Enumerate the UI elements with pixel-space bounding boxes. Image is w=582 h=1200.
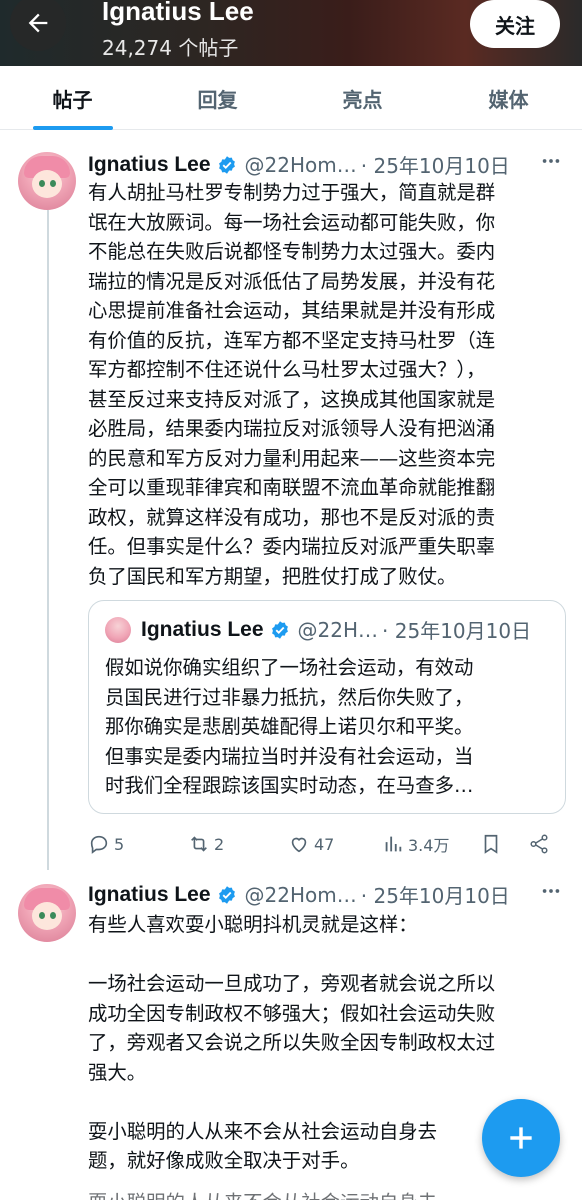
tweet-author-row: Ignatius Lee @22Hom… · 25年10月10日	[88, 150, 510, 179]
tweet-author-row: Ignatius Lee @22Hom… · 25年10月10日	[88, 880, 510, 909]
quoted-author-handle: @22H…	[297, 617, 379, 642]
profile-name: Ignatius Lee	[102, 0, 254, 26]
next-line-peek: 耍小聪明的人从来不会从社会运动自身去	[88, 1186, 437, 1200]
author-handle[interactable]: @22Hom…	[245, 883, 357, 907]
share-button[interactable]	[528, 828, 554, 860]
bookmark-button[interactable]	[480, 828, 506, 860]
tab-media[interactable]: 媒体	[436, 66, 581, 130]
arrow-left-icon	[28, 13, 48, 33]
more-icon[interactable]	[540, 880, 562, 907]
quoted-author-row: Ignatius Lee @22H… · 25年10月10日	[141, 615, 531, 644]
tab-posts[interactable]: 帖子	[0, 66, 145, 130]
avatar[interactable]	[18, 152, 76, 210]
retweet-icon	[191, 836, 207, 852]
bookmark-icon	[484, 834, 498, 854]
tab-replies[interactable]: 回复	[145, 66, 290, 130]
quoted-author-name: Ignatius Lee	[141, 617, 264, 641]
quoted-tweet-text: 假如说你确实组织了一场社会运动，有效动 员国民进行过非暴力抵抗，然后你失败了， …	[105, 656, 474, 797]
share-icon	[530, 834, 548, 854]
verified-badge-icon	[218, 155, 235, 174]
plus-icon	[510, 1127, 532, 1149]
avatar	[105, 617, 131, 643]
avatar[interactable]	[18, 884, 76, 942]
thread-connector	[47, 210, 49, 870]
views-button[interactable]: 3.4万	[382, 828, 449, 860]
author-handle[interactable]: @22Hom…	[245, 153, 357, 177]
verified-badge-icon	[218, 885, 235, 904]
back-button[interactable]	[8, 0, 68, 52]
tweet-actions: 5 2 47 3.4万	[88, 828, 568, 860]
tweet-date[interactable]: · 25年10月10日	[361, 150, 510, 179]
tweet-text: 有人胡扯马杜罗专制势力过于强大，简直就是群 氓在大放厥词。每一场社会运动都可能失…	[88, 181, 496, 588]
active-tab-indicator	[33, 126, 113, 130]
post-count: 24,274 个帖子	[102, 36, 239, 60]
author-name[interactable]: Ignatius Lee	[88, 883, 211, 907]
more-icon[interactable]	[540, 150, 562, 177]
retweet-button[interactable]: 2	[188, 828, 224, 860]
profile-header: Ignatius Lee 24,274 个帖子 关注	[0, 0, 582, 66]
compose-button[interactable]	[482, 1099, 560, 1177]
author-name[interactable]: Ignatius Lee	[88, 153, 211, 177]
follow-button[interactable]: 关注	[470, 0, 560, 48]
verified-badge-icon	[271, 620, 288, 639]
quoted-tweet-date: · 25年10月10日	[382, 619, 532, 643]
like-count: 47	[314, 834, 335, 854]
profile-tabs: 帖子 回复 亮点 媒体	[0, 66, 582, 130]
quoted-tweet[interactable]: Ignatius Lee @22H… · 25年10月10日 假如说你确实组织了…	[88, 600, 566, 814]
reply-button[interactable]: 5	[88, 828, 124, 860]
like-button[interactable]: 47	[288, 828, 334, 860]
views-icon	[385, 836, 402, 852]
reply-icon	[90, 835, 108, 854]
reply-count: 5	[114, 834, 125, 854]
retweet-count: 2	[214, 834, 225, 854]
tab-highlights[interactable]: 亮点	[290, 66, 435, 130]
view-count: 3.4万	[408, 836, 450, 855]
heart-icon	[291, 837, 307, 853]
tweet-date[interactable]: · 25年10月10日	[361, 880, 510, 909]
